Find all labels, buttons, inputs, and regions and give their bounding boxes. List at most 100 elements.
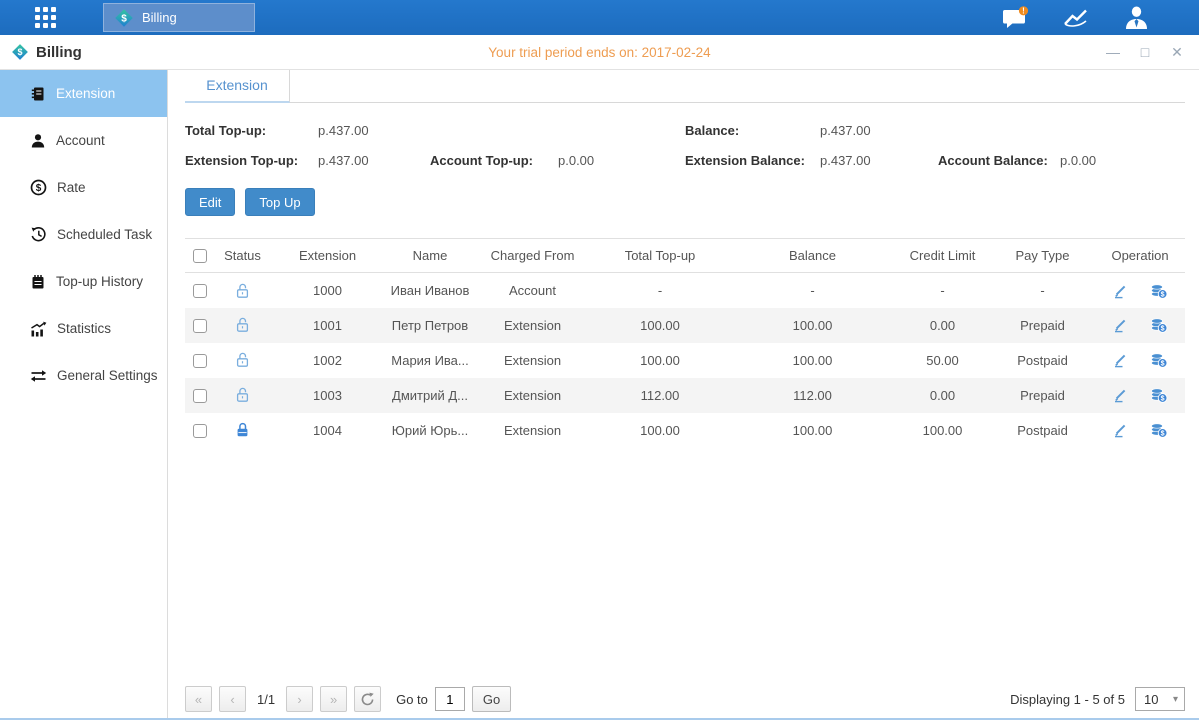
lock-locked-icon[interactable] bbox=[235, 422, 250, 438]
col-balance: Balance bbox=[730, 239, 895, 273]
sidebar-item-extension[interactable]: Extension bbox=[0, 70, 167, 117]
sidebar-item-scheduled-task[interactable]: Scheduled Task bbox=[0, 211, 167, 258]
col-credit-limit: Credit Limit bbox=[895, 239, 990, 273]
edit-row-icon[interactable] bbox=[1112, 352, 1128, 368]
close-icon[interactable]: ✕ bbox=[1169, 44, 1185, 61]
cell-balance: - bbox=[730, 273, 895, 308]
extension-topup-label: Extension Top-up: bbox=[185, 153, 318, 168]
tab-strip: Extension bbox=[185, 70, 1185, 103]
sidebar-item-rate[interactable]: $ Rate bbox=[0, 164, 167, 211]
cell-credit-limit: 100.00 bbox=[895, 413, 990, 448]
sidebar-item-label: Top-up History bbox=[56, 274, 143, 289]
top-up-row-icon[interactable]: $ bbox=[1149, 422, 1168, 438]
cell-charged-from: Extension bbox=[475, 378, 590, 413]
minimize-icon[interactable]: — bbox=[1105, 44, 1121, 61]
lock-unlocked-icon[interactable] bbox=[235, 283, 250, 299]
page-size-select[interactable]: 10 ▾ bbox=[1135, 687, 1185, 711]
lock-unlocked-icon[interactable] bbox=[235, 387, 250, 403]
sidebar-item-topup-history[interactable]: Top-up History bbox=[0, 258, 167, 305]
col-name: Name bbox=[385, 239, 475, 273]
displaying-text: Displaying 1 - 5 of 5 bbox=[1010, 692, 1125, 707]
row-checkbox[interactable] bbox=[193, 319, 207, 333]
page-indicator: 1/1 bbox=[253, 692, 279, 707]
trial-notice: Your trial period ends on: 2017-02-24 bbox=[0, 45, 1199, 60]
cell-extension: 1003 bbox=[270, 378, 385, 413]
prev-page-button[interactable]: ‹ bbox=[219, 686, 246, 712]
cell-pay-type: - bbox=[990, 273, 1095, 308]
cell-balance: 100.00 bbox=[730, 413, 895, 448]
cell-credit-limit: 50.00 bbox=[895, 343, 990, 378]
cell-name: Иван Иванов bbox=[385, 273, 475, 308]
svg-text:$: $ bbox=[1161, 326, 1165, 333]
top-up-button[interactable]: Top Up bbox=[245, 188, 314, 216]
cell-name: Дмитрий Д... bbox=[385, 378, 475, 413]
extension-topup-value: p.437.00 bbox=[318, 153, 430, 168]
goto-page-input[interactable] bbox=[435, 687, 465, 711]
messages-icon[interactable]: ! bbox=[1002, 6, 1029, 29]
ledger-icon bbox=[30, 86, 46, 102]
cell-extension: 1001 bbox=[270, 308, 385, 343]
go-button[interactable]: Go bbox=[472, 686, 511, 712]
col-status: Status bbox=[215, 239, 270, 273]
cell-total-topup: - bbox=[590, 273, 730, 308]
cell-name: Юрий Юрь... bbox=[385, 413, 475, 448]
lock-unlocked-icon[interactable] bbox=[235, 352, 250, 368]
cell-extension: 1002 bbox=[270, 343, 385, 378]
edit-button[interactable]: Edit bbox=[185, 188, 235, 216]
total-topup-label: Total Top-up: bbox=[185, 123, 318, 138]
edit-row-icon[interactable] bbox=[1112, 283, 1128, 299]
app-grid-menu-icon[interactable] bbox=[35, 7, 57, 29]
topbar-tab-label: Billing bbox=[142, 10, 177, 25]
col-operation: Operation bbox=[1095, 239, 1185, 273]
svg-text:$: $ bbox=[1161, 396, 1165, 403]
cell-pay-type: Prepaid bbox=[990, 378, 1095, 413]
history-clock-icon bbox=[30, 226, 47, 243]
top-up-row-icon[interactable]: $ bbox=[1149, 387, 1168, 403]
summary-left: Total Top-up: p.437.00 Extension Top-up:… bbox=[185, 123, 685, 168]
next-page-button[interactable]: › bbox=[286, 686, 313, 712]
top-up-row-icon[interactable]: $ bbox=[1149, 352, 1168, 368]
edit-row-icon[interactable] bbox=[1112, 387, 1128, 403]
cell-credit-limit: - bbox=[895, 273, 990, 308]
pagination-right: Displaying 1 - 5 of 5 10 ▾ bbox=[1010, 687, 1185, 711]
edit-row-icon[interactable] bbox=[1112, 317, 1128, 333]
extension-table: Status Extension Name Charged From Total… bbox=[185, 238, 1185, 448]
edit-row-icon[interactable] bbox=[1112, 422, 1128, 438]
svg-text:$: $ bbox=[17, 47, 22, 57]
tab-extension[interactable]: Extension bbox=[185, 70, 290, 103]
sidebar-item-label: Rate bbox=[57, 180, 86, 195]
maximize-icon[interactable]: □ bbox=[1137, 44, 1153, 61]
user-account-icon[interactable] bbox=[1124, 6, 1149, 29]
row-checkbox[interactable] bbox=[193, 424, 207, 438]
bar-chart-icon bbox=[30, 321, 47, 337]
first-page-button[interactable]: « bbox=[185, 686, 212, 712]
page-size-value: 10 bbox=[1144, 692, 1158, 707]
account-topup-value: p.0.00 bbox=[558, 153, 685, 168]
topbar-billing-tab[interactable]: $ Billing bbox=[103, 3, 255, 32]
refresh-button[interactable] bbox=[354, 686, 381, 712]
account-balance-value: p.0.00 bbox=[1060, 153, 1185, 168]
window-controls: — □ ✕ bbox=[1105, 44, 1185, 61]
reports-chart-icon[interactable] bbox=[1063, 7, 1090, 29]
sidebar-item-general-settings[interactable]: General Settings bbox=[0, 352, 167, 399]
billing-diamond-icon: $ bbox=[114, 8, 134, 28]
balance-value: p.437.00 bbox=[820, 123, 938, 138]
top-up-row-icon[interactable]: $ bbox=[1149, 283, 1168, 299]
cell-extension: 1000 bbox=[270, 273, 385, 308]
row-checkbox[interactable] bbox=[193, 389, 207, 403]
billing-diamond-icon: $ bbox=[11, 43, 29, 61]
sidebar: Extension Account $ Rate bbox=[0, 70, 168, 718]
sidebar-item-statistics[interactable]: Statistics bbox=[0, 305, 167, 352]
app-topbar: $ Billing ! bbox=[0, 0, 1199, 35]
lock-unlocked-icon[interactable] bbox=[235, 317, 250, 333]
row-checkbox[interactable] bbox=[193, 354, 207, 368]
cell-credit-limit: 0.00 bbox=[895, 308, 990, 343]
last-page-button[interactable]: » bbox=[320, 686, 347, 712]
select-all-checkbox[interactable] bbox=[193, 249, 207, 263]
cell-extension: 1004 bbox=[270, 413, 385, 448]
row-checkbox[interactable] bbox=[193, 284, 207, 298]
summary-right: Balance: p.437.00 Extension Balance: p.4… bbox=[685, 123, 1185, 168]
top-up-row-icon[interactable]: $ bbox=[1149, 317, 1168, 333]
sidebar-item-label: General Settings bbox=[57, 368, 158, 383]
sidebar-item-account[interactable]: Account bbox=[0, 117, 167, 164]
